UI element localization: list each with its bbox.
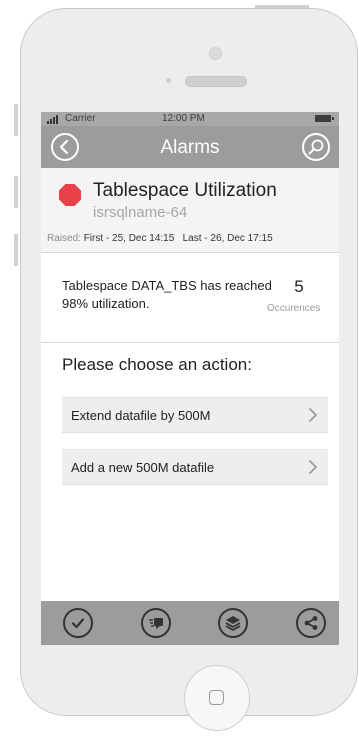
occurrences-count: 5 (294, 277, 304, 296)
action-label: Extend datafile by 500M (71, 408, 211, 423)
battery-icon (315, 115, 334, 122)
occurrences-label: Occurences (267, 303, 321, 314)
signal-icon (47, 115, 58, 124)
action-extend-datafile[interactable]: Extend datafile by 500M (62, 397, 328, 433)
search-button[interactable] (302, 133, 330, 161)
nav-bar: Alarms (41, 126, 339, 168)
actions-heading: Please choose an action: (62, 355, 252, 374)
comment-icon (149, 618, 163, 629)
raised-first: First - 25, Dec 14:15 (83, 233, 175, 244)
volume-up-button (14, 176, 18, 208)
status-bar: Carrier 12:00 PM (41, 112, 339, 126)
alarm-message: Tablespace DATA_TBS has reached 98% util… (41, 253, 339, 343)
check-icon (71, 618, 85, 629)
carrier-label: Carrier (65, 113, 96, 124)
search-icon (308, 139, 324, 155)
screen: Carrier 12:00 PM Alarms Tablespace Utili… (41, 112, 339, 645)
front-camera (209, 47, 222, 60)
action-label: Add a new 500M datafile (71, 460, 215, 475)
action-add-datafile[interactable]: Add a new 500M datafile (62, 449, 328, 485)
earpiece-speaker (185, 76, 247, 87)
share-button[interactable] (296, 608, 326, 638)
alarm-title: Tablespace Utilization (93, 180, 277, 201)
alarm-host: isrsqlname-64 (93, 204, 188, 221)
share-icon (304, 616, 318, 630)
home-button[interactable] (184, 665, 250, 731)
message-text: Tablespace DATA_TBS has reached 98% util… (62, 278, 272, 311)
raised-label: Raised: (47, 233, 81, 244)
raised-last: Last - 26, Dec 17:15 (182, 233, 273, 244)
chevron-right-icon (309, 460, 317, 474)
layers-button[interactable] (218, 608, 248, 638)
chevron-right-icon (309, 408, 317, 422)
mute-switch (14, 104, 18, 136)
status-time: 12:00 PM (162, 113, 205, 124)
acknowledge-button[interactable] (63, 608, 93, 638)
alarm-header: Tablespace Utilization isrsqlname-64 Rai… (41, 168, 339, 253)
volume-down-button (14, 234, 18, 266)
tab-bar (41, 601, 339, 645)
comment-button[interactable] (141, 608, 171, 638)
raised-info: Raised: First - 25, Dec 14:15 Last - 26,… (47, 233, 273, 244)
sensor-dot (166, 78, 171, 83)
page-title: Alarms (160, 137, 220, 158)
critical-severity-icon (59, 184, 81, 206)
layers-icon (225, 616, 241, 631)
